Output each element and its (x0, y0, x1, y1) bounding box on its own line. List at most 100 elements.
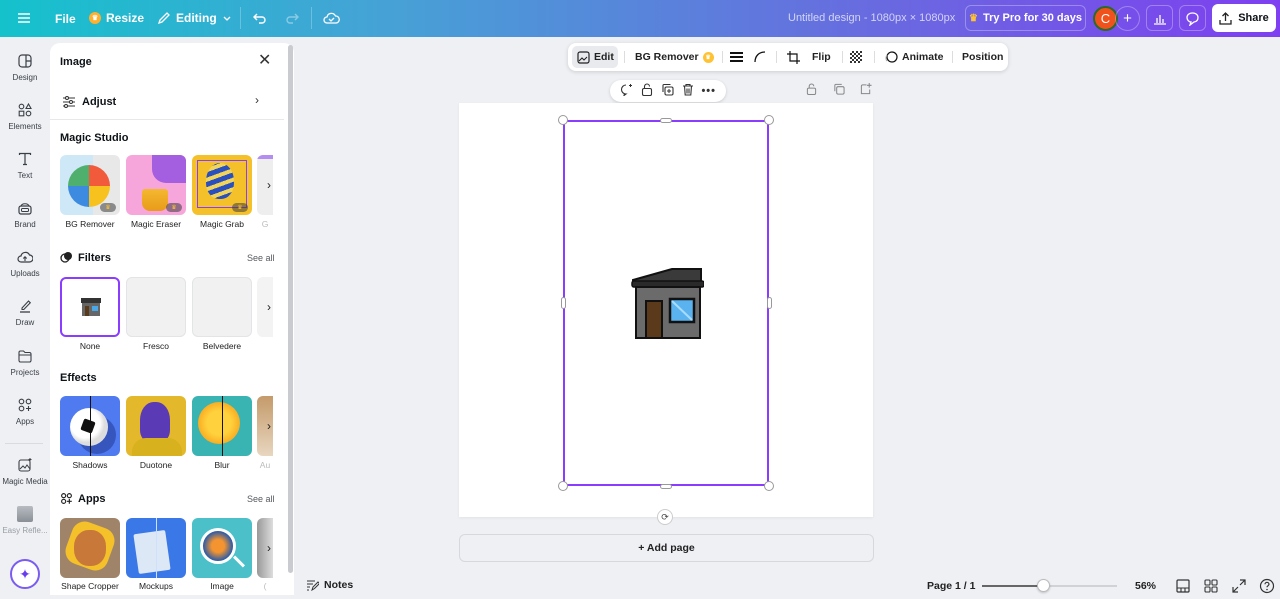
magic-tool-magic-grab[interactable]: ♛ (192, 155, 252, 215)
resize-handle-right[interactable] (767, 297, 772, 309)
tile-label: G (261, 219, 269, 229)
divider (240, 7, 241, 29)
help-button[interactable] (1259, 578, 1275, 594)
bg-remover-button[interactable]: BG Remover ♛ (635, 43, 714, 71)
page-view-button[interactable] (1175, 578, 1191, 594)
panel-title: Image (60, 56, 92, 68)
transparency-button[interactable] (850, 43, 862, 71)
rail-item-draw[interactable]: Draw (0, 298, 50, 327)
rail-item-elements[interactable]: Elements (0, 102, 50, 131)
crown-icon: ♛ (702, 51, 714, 63)
animate-button[interactable]: Animate (884, 43, 943, 71)
filter-fresco[interactable] (126, 277, 186, 337)
effect-duotone[interactable] (126, 396, 186, 456)
page-indicator[interactable]: Page 1 / 1 (927, 580, 975, 592)
edit-image-button[interactable]: Edit (577, 43, 614, 71)
filter-none[interactable] (60, 277, 120, 337)
effects-next-button[interactable]: › (257, 396, 273, 456)
app-image[interactable] (192, 518, 252, 578)
top-bar: File ♛ Resize Editing Untitled design - … (0, 0, 1280, 37)
app-mockups[interactable] (126, 518, 186, 578)
effect-blur[interactable] (192, 396, 252, 456)
lock-page-icon[interactable] (806, 83, 817, 98)
share-button[interactable]: Share (1212, 4, 1276, 32)
filters-see-all-link[interactable]: See all (247, 253, 275, 263)
resize-handle-bottom-left[interactable] (558, 481, 568, 491)
duplicate-icon[interactable] (661, 83, 674, 99)
fries-image (142, 189, 168, 211)
crop-button[interactable] (787, 43, 800, 71)
orange-image (198, 402, 240, 444)
border-weight-icon (730, 52, 743, 62)
resize-handle-bottom-right[interactable] (764, 481, 774, 491)
insights-button[interactable] (1146, 5, 1173, 31)
magic-tool-magic-eraser[interactable]: ♛ (126, 155, 186, 215)
rail-item-uploads[interactable]: Uploads (0, 249, 50, 278)
magic-media-icon (18, 458, 32, 472)
chevron-down-icon (223, 16, 231, 21)
undo-button[interactable] (252, 10, 268, 26)
close-icon: ✕ (258, 52, 272, 69)
comments-button[interactable] (1179, 5, 1206, 31)
divider (842, 51, 843, 63)
menu-button[interactable] (17, 11, 31, 25)
panel-scrollbar[interactable] (288, 45, 293, 573)
comment-add-icon[interactable] (620, 83, 633, 99)
rail-item-projects[interactable]: Projects (0, 348, 50, 377)
zoom-percentage[interactable]: 56% (1135, 580, 1156, 592)
tile-label: BG Remover (65, 219, 115, 229)
tile-label: Au (259, 460, 271, 470)
filters-next-button[interactable]: › (257, 277, 273, 337)
pencil-icon (157, 12, 170, 25)
rotate-handle[interactable]: ⟳ (657, 509, 673, 525)
resize-button[interactable]: ♛ Resize (89, 11, 144, 25)
chevron-right-icon: › (267, 178, 271, 192)
image-edit-icon (577, 50, 590, 64)
rail-item-magic-media[interactable]: Magic Media (0, 457, 50, 486)
magic-assistant-button[interactable]: ✦ (10, 559, 40, 589)
effect-shadows[interactable] (60, 396, 120, 456)
invite-button[interactable]: + (1115, 6, 1140, 31)
corner-rounding-button[interactable] (754, 43, 766, 71)
trash-icon[interactable] (682, 83, 694, 99)
rail-item-brand[interactable]: Brand (0, 200, 50, 229)
filter-belvedere[interactable] (192, 277, 252, 337)
position-button[interactable]: Position (962, 43, 1003, 71)
grid-view-button[interactable] (1203, 578, 1219, 594)
resize-handle-top[interactable] (660, 118, 672, 123)
rail-item-easy-reflections[interactable]: Easy Refle... (0, 506, 50, 535)
close-panel-button[interactable]: ✕ (258, 52, 272, 69)
adjust-row[interactable]: Adjust (50, 84, 284, 120)
resize-handle-top-left[interactable] (558, 115, 568, 125)
pro-crown-badge: ♛ (166, 203, 182, 212)
design-title[interactable]: Untitled design - 1080px × 1080px (788, 12, 955, 24)
file-menu[interactable]: File (55, 12, 76, 26)
rail-item-text[interactable]: Text (0, 151, 50, 180)
apps-next-button[interactable]: › (257, 518, 273, 578)
rail-item-apps[interactable]: Apps (0, 397, 50, 426)
flip-button[interactable]: Flip (812, 43, 831, 71)
add-page-button[interactable]: + Add page (459, 534, 874, 562)
fullscreen-button[interactable] (1231, 578, 1247, 594)
add-page-icon[interactable] (860, 83, 872, 98)
magic-tool-bg-remover[interactable]: ♛ (60, 155, 120, 215)
redo-button[interactable] (284, 10, 300, 26)
try-pro-button[interactable]: ♛ Try Pro for 30 days (965, 5, 1086, 31)
save-status-button[interactable] (323, 10, 340, 26)
dog-image (74, 530, 106, 566)
zoom-slider-thumb[interactable] (1036, 579, 1050, 592)
rail-item-design[interactable]: Design (0, 53, 50, 82)
resize-handle-top-right[interactable] (764, 115, 774, 125)
duplicate-page-icon[interactable] (833, 83, 845, 98)
magic-studio-next-button[interactable]: › (257, 155, 273, 215)
editing-mode-dropdown[interactable]: Editing (157, 11, 232, 25)
more-options-icon[interactable]: ••• (701, 85, 716, 97)
notes-button[interactable]: Notes (306, 579, 353, 591)
border-style-button[interactable] (730, 43, 743, 71)
resize-handle-bottom[interactable] (660, 484, 672, 489)
apps-see-all-link[interactable]: See all (247, 494, 275, 504)
crop-icon (787, 50, 800, 64)
app-shape-cropper[interactable] (60, 518, 120, 578)
resize-handle-left[interactable] (561, 297, 566, 309)
lock-icon[interactable] (641, 83, 653, 99)
